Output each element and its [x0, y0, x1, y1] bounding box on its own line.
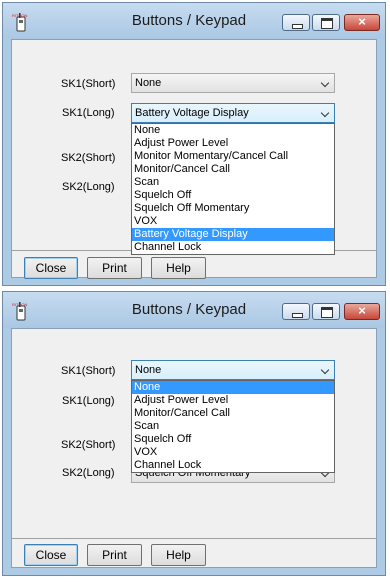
- title-bar[interactable]: RITRON Buttons / Keypad ×: [3, 3, 385, 39]
- close-button[interactable]: Close: [24, 257, 78, 279]
- print-button[interactable]: Print: [87, 257, 142, 279]
- dropdown-option[interactable]: Channel Lock: [132, 459, 334, 472]
- chevron-down-icon: [320, 365, 330, 375]
- sk1-short-dropdown-list[interactable]: None Adjust Power Level Monitor/Cancel C…: [131, 380, 335, 473]
- close-button[interactable]: Close: [24, 544, 78, 566]
- sk1-long-dropdown-list[interactable]: None Adjust Power Level Monitor Momentar…: [131, 123, 335, 255]
- dropdown-option[interactable]: Adjust Power Level: [132, 137, 334, 150]
- sk2-short-label: SK2(Short): [61, 152, 116, 164]
- dropdown-option[interactable]: VOX: [132, 215, 334, 228]
- minimize-button[interactable]: [282, 14, 310, 31]
- dropdown-option[interactable]: Monitor/Cancel Call: [132, 163, 334, 176]
- sk1-short-select[interactable]: None: [131, 73, 335, 93]
- close-icon: ×: [358, 14, 366, 29]
- sk1-short-label: SK1(Short): [61, 78, 116, 90]
- dropdown-option-selected[interactable]: None: [132, 381, 334, 394]
- print-button[interactable]: Print: [87, 544, 142, 566]
- dialog-client-area: SK1(Short) None SK1(Long) SK2(Short) SK2…: [11, 328, 377, 568]
- close-icon: ×: [358, 303, 366, 318]
- dropdown-option[interactable]: Monitor Momentary/Cancel Call: [132, 150, 334, 163]
- minimize-icon: [292, 313, 303, 318]
- dropdown-option[interactable]: None: [132, 124, 334, 137]
- sk1-long-select[interactable]: Battery Voltage Display: [131, 103, 335, 123]
- dropdown-option[interactable]: Squelch Off Momentary: [132, 202, 334, 215]
- divider: [12, 538, 376, 539]
- minimize-button[interactable]: [282, 303, 310, 320]
- maximize-icon: [321, 18, 333, 29]
- dropdown-option[interactable]: Scan: [132, 176, 334, 189]
- chevron-down-icon: [320, 78, 330, 88]
- maximize-button[interactable]: [312, 303, 340, 320]
- dropdown-option-selected[interactable]: Battery Voltage Display: [132, 228, 334, 241]
- maximize-icon: [321, 307, 333, 318]
- sk1-short-value: None: [135, 364, 162, 376]
- dropdown-option[interactable]: Scan: [132, 420, 334, 433]
- dropdown-option[interactable]: Channel Lock: [132, 241, 334, 254]
- dropdown-option[interactable]: Squelch Off: [132, 189, 334, 202]
- sk2-short-label: SK2(Short): [61, 439, 116, 451]
- sk1-short-value: None: [135, 77, 162, 89]
- dropdown-option[interactable]: VOX: [132, 446, 334, 459]
- sk1-short-select[interactable]: None: [131, 360, 335, 380]
- buttons-keypad-window-1: RITRON Buttons / Keypad × SK1(Short) Non…: [2, 2, 386, 286]
- close-window-button[interactable]: ×: [344, 14, 380, 31]
- help-button[interactable]: Help: [151, 257, 206, 279]
- title-bar[interactable]: RITRON Buttons / Keypad ×: [3, 292, 385, 328]
- maximize-button[interactable]: [312, 14, 340, 31]
- dropdown-option[interactable]: Adjust Power Level: [132, 394, 334, 407]
- sk1-long-label: SK1(Long): [62, 395, 115, 407]
- chevron-down-icon: [320, 108, 330, 118]
- sk1-long-value: Battery Voltage Display: [135, 107, 249, 119]
- sk1-short-label: SK1(Short): [61, 365, 116, 377]
- buttons-keypad-window-2: RITRON Buttons / Keypad × SK1(Short) Non…: [2, 291, 386, 576]
- help-button[interactable]: Help: [151, 544, 206, 566]
- dialog-client-area: SK1(Short) None SK1(Long) Battery Voltag…: [11, 39, 377, 279]
- sk2-long-label: SK2(Long): [62, 181, 115, 193]
- minimize-icon: [292, 24, 303, 29]
- sk2-long-label: SK2(Long): [62, 467, 115, 479]
- sk1-long-label: SK1(Long): [62, 107, 115, 119]
- dropdown-option[interactable]: Monitor/Cancel Call: [132, 407, 334, 420]
- close-window-button[interactable]: ×: [344, 303, 380, 320]
- dropdown-option[interactable]: Squelch Off: [132, 433, 334, 446]
